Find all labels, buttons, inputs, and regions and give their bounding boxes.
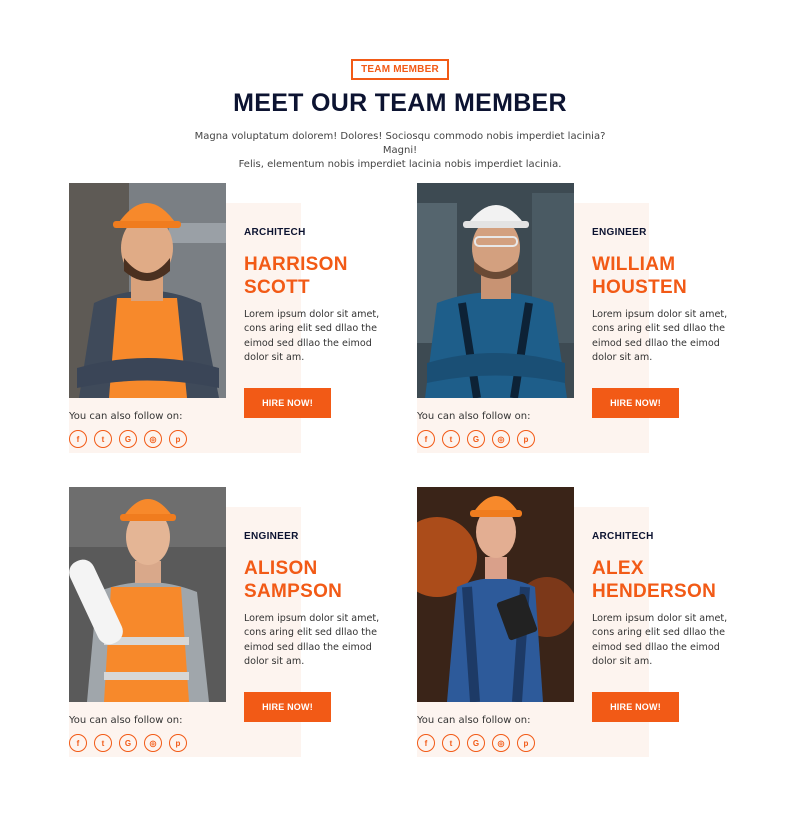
member-name-line-2: HENDERSON — [592, 581, 717, 602]
member-name: HARRISON SCOTT — [244, 253, 394, 299]
member-photo — [69, 487, 226, 702]
intro-line-2: Felis, elementum nobis imperdiet lacinia… — [238, 159, 562, 170]
team-card-harrison: ARCHITECH HARRISON SCOTT Lorem ipsum dol… — [69, 183, 379, 458]
team-card-alison: ENGINEER ALISON SAMPSON Lorem ipsum dolo… — [69, 487, 379, 762]
member-photo — [417, 487, 574, 702]
facebook-icon[interactable]: f — [69, 430, 87, 448]
member-role: ENGINEER — [592, 227, 647, 238]
google-icon[interactable]: G — [467, 734, 485, 752]
pinterest-icon[interactable]: p — [517, 734, 535, 752]
hire-now-button[interactable]: HIRE NOW! — [244, 388, 331, 418]
instagram-icon[interactable]: ◎ — [492, 734, 510, 752]
follow-label: You can also follow on: — [69, 411, 183, 422]
member-name-line-1: ALEX — [592, 558, 644, 579]
social-links: f t G ◎ p — [69, 430, 187, 448]
member-description: Lorem ipsum dolor sit amet, cons aring e… — [244, 613, 380, 668]
hire-now-button[interactable]: HIRE NOW! — [592, 692, 679, 722]
member-role: ARCHITECH — [244, 227, 306, 238]
facebook-icon[interactable]: f — [417, 430, 435, 448]
member-photo — [417, 183, 574, 398]
google-icon[interactable]: G — [467, 430, 485, 448]
member-name-line-2: SAMPSON — [244, 581, 343, 602]
member-role: ENGINEER — [244, 531, 299, 542]
twitter-icon[interactable]: t — [442, 430, 460, 448]
hire-now-button[interactable]: HIRE NOW! — [592, 388, 679, 418]
hire-now-button[interactable]: HIRE NOW! — [244, 692, 331, 722]
section-title: MEET OUR TEAM MEMBER — [233, 89, 567, 117]
social-links: f t G ◎ p — [69, 734, 187, 752]
instagram-icon[interactable]: ◎ — [144, 430, 162, 448]
intro-line-1: Magna voluptatum dolorem! Dolores! Socio… — [194, 131, 606, 156]
member-name-line-2: HOUSTEN — [592, 277, 687, 298]
instagram-icon[interactable]: ◎ — [144, 734, 162, 752]
member-description: Lorem ipsum dolor sit amet, cons aring e… — [592, 309, 728, 364]
twitter-icon[interactable]: t — [94, 734, 112, 752]
member-name-line-1: HARRISON — [244, 254, 348, 275]
member-name-line-1: ALISON — [244, 558, 318, 579]
member-name-line-1: WILLIAM — [592, 254, 676, 275]
google-icon[interactable]: G — [119, 430, 137, 448]
twitter-icon[interactable]: t — [442, 734, 460, 752]
facebook-icon[interactable]: f — [417, 734, 435, 752]
follow-label: You can also follow on: — [417, 715, 531, 726]
member-photo — [69, 183, 226, 398]
member-description: Lorem ipsum dolor sit amet, cons aring e… — [244, 309, 380, 364]
member-name: ALEX HENDERSON — [592, 557, 742, 603]
section-badge: TEAM MEMBER — [351, 59, 449, 80]
member-role: ARCHITECH — [592, 531, 654, 542]
google-icon[interactable]: G — [119, 734, 137, 752]
member-description: Lorem ipsum dolor sit amet, cons aring e… — [592, 613, 728, 668]
instagram-icon[interactable]: ◎ — [492, 430, 510, 448]
pinterest-icon[interactable]: p — [169, 734, 187, 752]
team-card-alex: ARCHITECH ALEX HENDERSON Lorem ipsum dol… — [417, 487, 727, 762]
member-name: WILLIAM HOUSTEN — [592, 253, 742, 299]
twitter-icon[interactable]: t — [94, 430, 112, 448]
member-name: ALISON SAMPSON — [244, 557, 394, 603]
section-intro: Magna voluptatum dolorem! Dolores! Socio… — [180, 130, 620, 172]
social-links: f t G ◎ p — [417, 734, 535, 752]
facebook-icon[interactable]: f — [69, 734, 87, 752]
follow-label: You can also follow on: — [417, 411, 531, 422]
follow-label: You can also follow on: — [69, 715, 183, 726]
member-name-line-2: SCOTT — [244, 277, 310, 298]
team-card-william: ENGINEER WILLIAM HOUSTEN Lorem ipsum dol… — [417, 183, 727, 458]
pinterest-icon[interactable]: p — [169, 430, 187, 448]
pinterest-icon[interactable]: p — [517, 430, 535, 448]
social-links: f t G ◎ p — [417, 430, 535, 448]
